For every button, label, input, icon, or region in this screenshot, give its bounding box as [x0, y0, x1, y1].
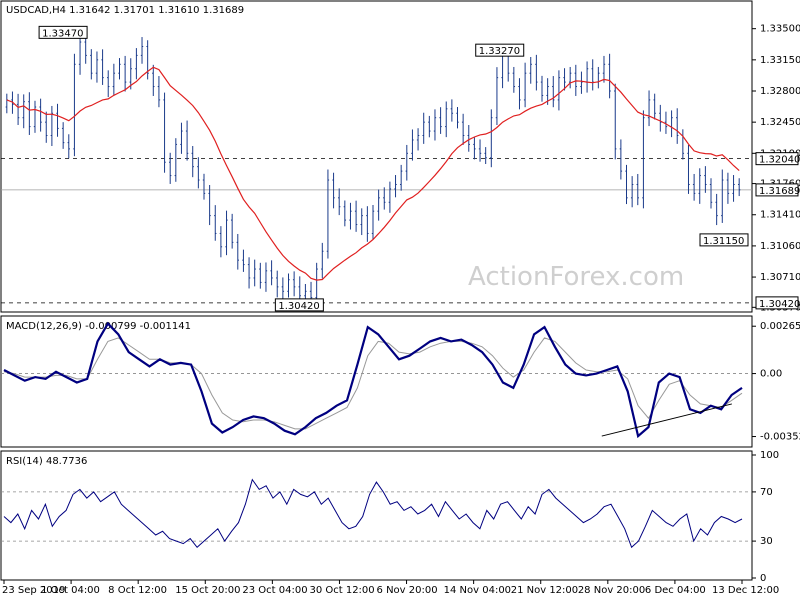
- x-tick-label: 14 Nov 04:00: [444, 585, 511, 596]
- rsi-y-tick-label: 70: [760, 487, 773, 498]
- x-tick-label: 1 Oct 04:00: [41, 585, 100, 596]
- price-y-tick-label: 1.33500: [760, 24, 800, 35]
- macd-header: MACD(12,26,9) -0.000799 -0.001141: [6, 321, 191, 332]
- x-axis: 23 Sep 20191 Oct 04:00 8 Oct 12:00 15 Oct …: [2, 580, 779, 596]
- watermark: ActionForex.com: [468, 262, 684, 292]
- macd-y-tick-label: 0.002652: [760, 321, 800, 332]
- price-tag-label: 1.32040: [759, 155, 800, 166]
- x-tick-label: 21 Nov 12:00: [511, 585, 578, 596]
- rsi-y-tick-label: 0: [760, 573, 766, 584]
- x-tick-label: 28 Nov 20:00: [578, 585, 645, 596]
- x-tick-label: 30 Oct 12:00: [309, 585, 374, 596]
- macd-panel-frame: [0, 315, 753, 448]
- callout-label: 1.33470: [42, 28, 83, 39]
- callout-label: 1.31150: [703, 236, 744, 247]
- x-tick-label: 15 Oct 20:00: [175, 585, 240, 596]
- x-tick-label: 6 Dec 04:00: [645, 585, 706, 596]
- price-panel: USDCAD,H4 1.31642 1.31701 1.31610 1.3168…: [0, 0, 800, 313]
- price-header: USDCAD,H4 1.31642 1.31701 1.31610 1.3168…: [6, 5, 244, 16]
- price-y-tick-label: 1.33150: [760, 55, 800, 66]
- callout-label: 1.30420: [278, 301, 319, 312]
- rsi-header: RSI(14) 48.7736: [6, 456, 87, 467]
- price-y-axis-labels: 1.335001.331501.328001.324501.321001.317…: [752, 24, 800, 313]
- chart-canvas: USDCAD,H4 1.31642 1.31701 1.31610 1.3168…: [0, 0, 800, 596]
- x-tick-label: 8 Oct 12:00: [108, 585, 167, 596]
- price-y-tick-label: 1.31410: [760, 210, 800, 221]
- price-right-tags: 1.32040 1.31689 1.30420: [755, 152, 800, 310]
- callout-label: 1.33270: [479, 46, 520, 57]
- macd-y-tick-label: -0.003526: [760, 432, 800, 443]
- price-tag-label: 1.30420: [759, 299, 800, 310]
- rsi-panel-frame: [0, 450, 753, 581]
- price-y-tick-label: 1.32800: [760, 86, 800, 97]
- macd-y-tick-label: 0.00: [760, 369, 782, 380]
- price-y-tick-label: 1.30710: [760, 272, 800, 283]
- x-tick-label: 13 Dec 12:00: [712, 585, 779, 596]
- rsi-panel: RSI(14) 48.7736 100 70 30 0: [0, 450, 779, 584]
- rsi-y-axis-labels: 100 70 30 0: [752, 450, 779, 584]
- price-tag-label: 1.31689: [759, 186, 800, 197]
- price-y-tick-label: 1.31060: [760, 241, 800, 252]
- x-tick-label: 6 Nov 20:00: [377, 585, 438, 596]
- macd-panel: MACD(12,26,9) -0.000799 -0.001141 0.0026…: [0, 315, 800, 448]
- rsi-y-tick-label: 100: [760, 450, 779, 461]
- price-y-tick-label: 1.32450: [760, 117, 800, 128]
- x-tick-label: 23 Oct 04:00: [242, 585, 307, 596]
- macd-y-axis-labels: 0.002652 0.00 -0.003526: [752, 321, 800, 443]
- rsi-y-tick-label: 30: [760, 536, 773, 547]
